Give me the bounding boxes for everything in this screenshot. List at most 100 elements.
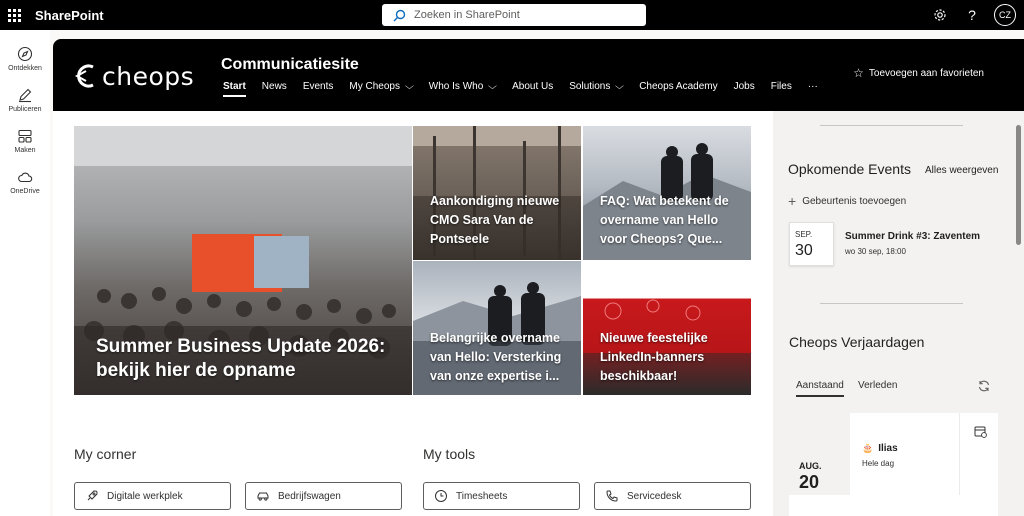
phone-icon (606, 490, 618, 502)
logo-text: cheops (102, 61, 195, 91)
my-corner-title: My corner (74, 446, 137, 462)
chevron-down-icon: ⌵ (404, 81, 414, 91)
event-month: SEP. (795, 230, 813, 239)
help-icon: ? (968, 7, 976, 23)
hero-tile-faq[interactable]: FAQ: Wat betekent de overname van Hello … (583, 126, 751, 260)
add-event-button[interactable]: + Gebeurtenis toevoegen (788, 193, 906, 209)
hero-tile-main[interactable]: Summer Business Update 2026: bekijk hier… (74, 126, 412, 395)
event-date[interactable]: SEP. 30 (789, 222, 834, 266)
right-rail: Opkomende Events Alles weergeven + Gebeu… (773, 111, 1024, 516)
add-event-label: Gebeurtenis toevoegen (802, 195, 907, 207)
nav-item-events[interactable]: Events (303, 81, 334, 97)
appbar-item-onedrive[interactable]: OneDrive (0, 169, 50, 196)
app-bar: Ontdekken Publiceren Maken OneDrive (0, 30, 50, 516)
appbar-item-label: Maken (14, 147, 36, 154)
hero-tile-title: Aankondiging nieuwe CMO Sara Van de Pont… (430, 194, 560, 246)
nav-item-cheops-academy[interactable]: Cheops Academy (639, 81, 717, 97)
help-button[interactable]: ? (956, 0, 988, 30)
nav-more-button[interactable]: ··· (808, 81, 818, 97)
chevron-down-icon: ⌵ (615, 81, 625, 91)
nav-label: Start (223, 81, 246, 92)
birthday-name: Ilias (878, 443, 898, 454)
nav-label: Who Is Who (428, 81, 484, 92)
gear-icon (934, 9, 946, 21)
plus-icon: + (788, 193, 797, 209)
nav-item-about-us[interactable]: About Us (512, 81, 553, 97)
birthday-actions (959, 413, 998, 495)
settings-button[interactable] (924, 0, 956, 30)
tab-past[interactable]: Verleden (858, 380, 897, 395)
avatar[interactable]: CZ (994, 4, 1016, 26)
site-title[interactable]: Communicatiesite (221, 56, 359, 74)
create-icon (18, 129, 32, 143)
clock-icon (435, 490, 447, 502)
refresh-icon[interactable] (977, 379, 991, 393)
event-name[interactable]: Summer Drink #3: Zaventem (845, 231, 980, 242)
nav-label: Solutions (569, 81, 611, 92)
nav-label: My Cheops (349, 81, 400, 92)
nav-item-solutions[interactable]: Solutions ⌵ (569, 81, 625, 97)
star-icon: ☆ (853, 66, 864, 80)
nav-item-files[interactable]: Files (771, 81, 792, 97)
nav-label: About Us (512, 81, 554, 92)
birthday-card[interactable]: AUG. 20 🎂 Ilias Hele dag (789, 413, 998, 516)
quick-link-bedrijfswagen[interactable]: Bedrijfswagen (245, 482, 402, 510)
events-see-all-link[interactable]: Alles weergeven (925, 165, 998, 176)
events-title: Opkomende Events (788, 161, 911, 177)
rocket-icon (87, 490, 98, 501)
divider (820, 303, 963, 304)
car-icon (257, 492, 269, 501)
suite-bar: SharePoint ? CZ (0, 0, 1024, 30)
site-navigation: Start News Events My Cheops ⌵ Who Is Who ⌵… (223, 81, 834, 97)
pen-icon (19, 88, 32, 103)
cake-icon: 🎂 (862, 443, 874, 453)
nav-label: News (261, 81, 287, 92)
appbar-item-discover[interactable]: Ontdekken (0, 46, 50, 73)
appbar-item-publish[interactable]: Publiceren (0, 87, 50, 114)
chevron-down-icon: ⌵ (488, 81, 498, 91)
calendar-add-icon[interactable] (974, 425, 987, 438)
tab-upcoming[interactable]: Aanstaand (796, 380, 844, 397)
birthdays-title: Cheops Verjaardagen (789, 334, 925, 350)
cloud-icon (18, 172, 33, 183)
site-header: cheops Communicatiesite Start News Event… (53, 39, 1024, 111)
quick-link-label: Bedrijfswagen (278, 490, 341, 502)
search-input[interactable] (414, 9, 634, 21)
hero-tile-cmo[interactable]: Aankondiging nieuwe CMO Sara Van de Pont… (413, 126, 581, 260)
nav-item-jobs[interactable]: Jobs (734, 81, 755, 97)
hero-news: Summer Business Update 2026: bekijk hier… (74, 126, 751, 395)
birthday-date: AUG. 20 (789, 413, 850, 495)
event-time: wo 30 sep, 18:00 (845, 247, 906, 256)
site-logo[interactable]: cheops (73, 61, 205, 91)
divider (820, 125, 963, 126)
more-icon: ··· (807, 81, 818, 92)
nav-item-news[interactable]: News (262, 81, 287, 97)
search-box[interactable] (382, 4, 646, 26)
rail-scrollbar-thumb[interactable] (1016, 125, 1021, 245)
app-launcher-button[interactable] (0, 0, 28, 30)
nav-item-my-cheops[interactable]: My Cheops ⌵ (349, 81, 414, 97)
add-to-favorites-button[interactable]: ☆ Toevoegen aan favorieten (853, 66, 984, 80)
nav-label: Files (770, 81, 792, 92)
hero-tile-title: Nieuwe feestelijke LinkedIn-banners besc… (600, 331, 708, 383)
quick-link-digitale-werkplek[interactable]: Digitale werkplek (74, 482, 231, 510)
nav-item-start[interactable]: Start (223, 81, 246, 97)
quick-link-label: Digitale werkplek (107, 490, 183, 502)
hero-tile-banners[interactable]: Nieuwe feestelijke LinkedIn-banners besc… (583, 261, 751, 395)
compass-icon (17, 46, 33, 62)
quick-link-label: Timesheets (456, 490, 508, 502)
quick-link-timesheets[interactable]: Timesheets (423, 482, 580, 510)
birthday-allday: Hele dag (862, 459, 895, 468)
hero-tile-acquisition[interactable]: Belangrijke overname van Hello: Versterk… (413, 261, 581, 395)
appbar-item-create[interactable]: Maken (0, 128, 50, 155)
appbar-item-label: Publiceren (8, 106, 42, 113)
page-frame: cheops Communicatiesite Start News Event… (53, 39, 1024, 516)
birthday-month: AUG. (799, 461, 822, 471)
nav-item-who-is-who[interactable]: Who Is Who ⌵ (428, 81, 498, 97)
quick-link-servicedesk[interactable]: Servicedesk (594, 482, 751, 510)
favorite-label: Toevoegen aan favorieten (868, 67, 984, 79)
app-name[interactable]: SharePoint (35, 8, 104, 23)
rail-scrollbar[interactable] (1016, 117, 1021, 516)
my-tools-title: My tools (423, 446, 476, 462)
nav-label: Events (302, 81, 334, 92)
